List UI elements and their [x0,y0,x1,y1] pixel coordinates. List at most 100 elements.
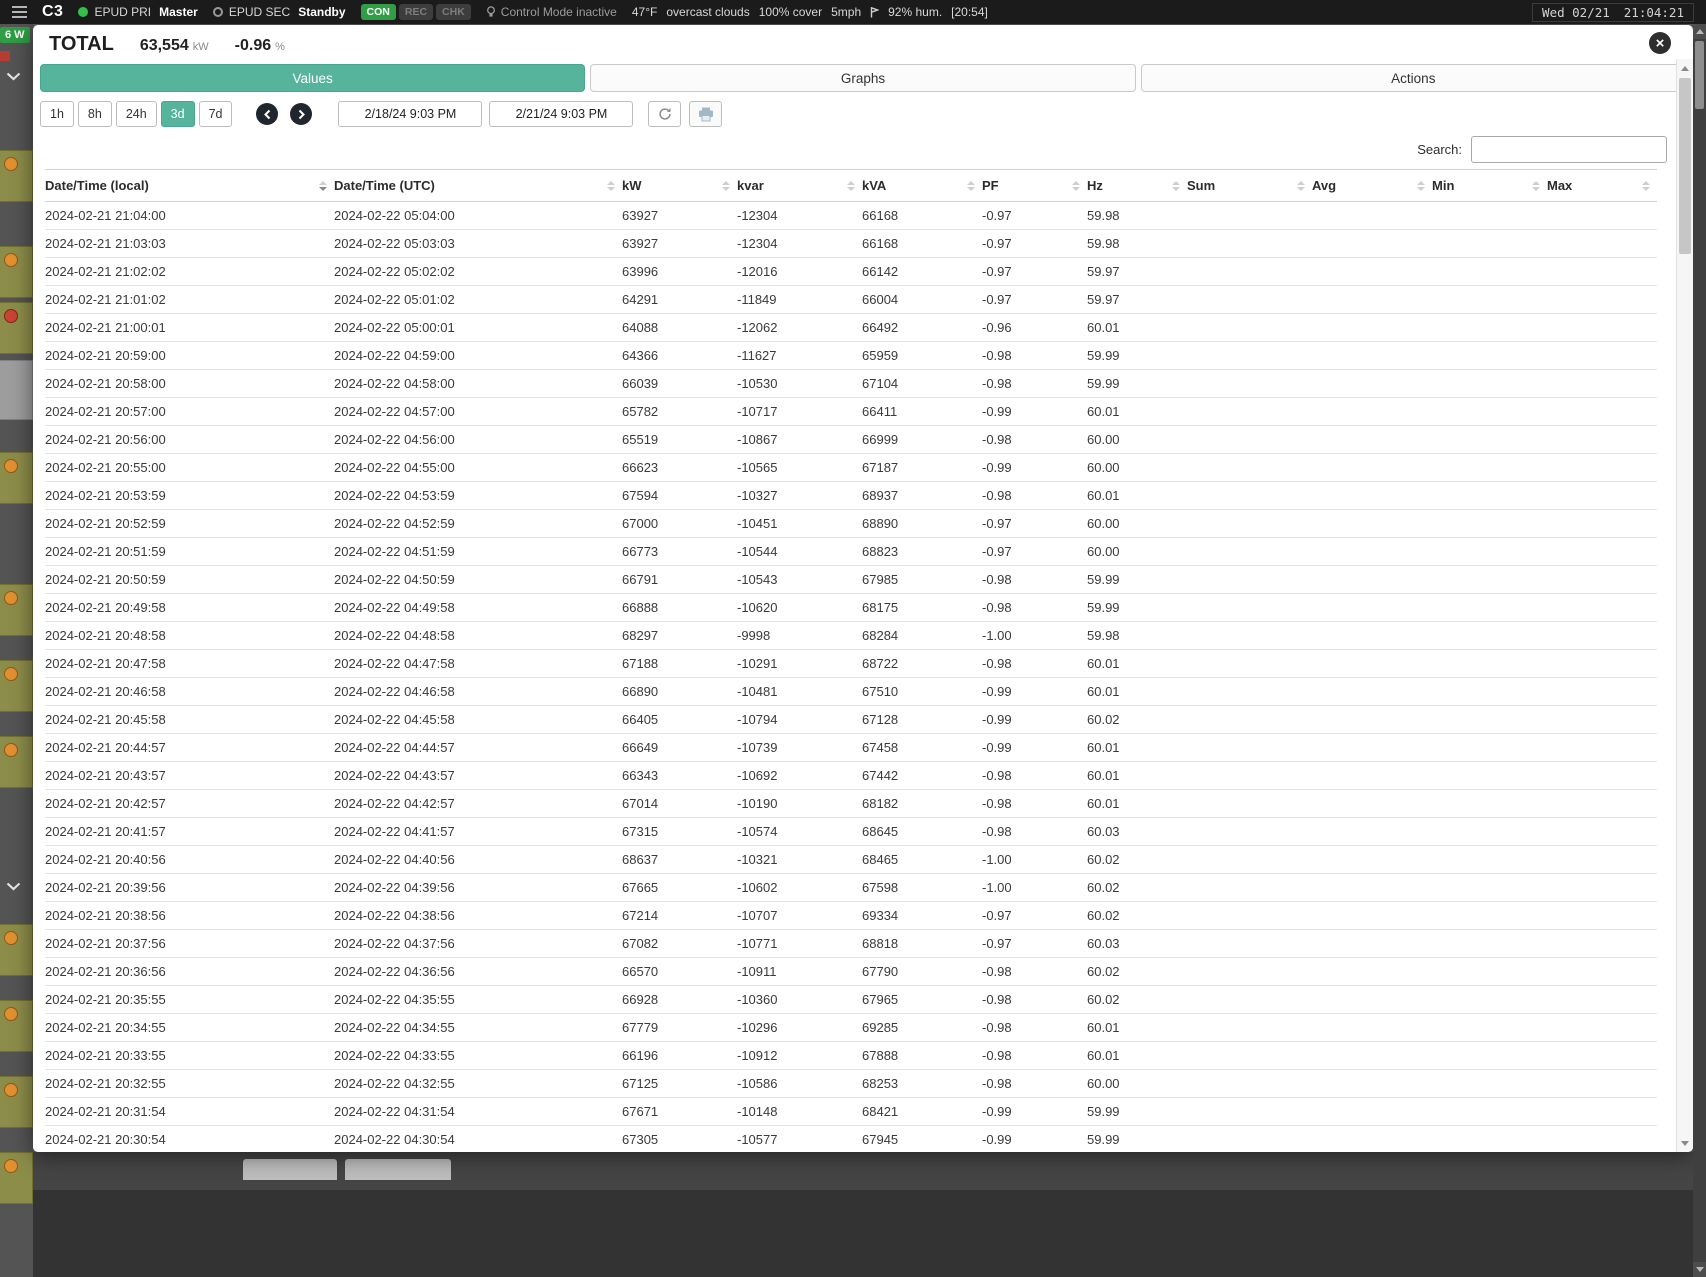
tab-graphs[interactable]: Graphs [590,64,1136,92]
dashboard-tile[interactable] [0,150,33,202]
start-date-input[interactable]: 2/18/24 9:03 PM [338,101,483,127]
export-button[interactable] [689,101,723,127]
refresh-button[interactable] [648,101,682,127]
table-row[interactable]: 2024-02-21 20:34:55 2024-02-22 04:34:55 67… [45,1013,1657,1042]
table-cell [1187,369,1312,398]
close-button[interactable]: × [1649,32,1671,54]
table-row[interactable]: 2024-02-21 20:47:58 2024-02-22 04:47:58 67… [45,649,1657,678]
table-row[interactable]: 2024-02-21 20:38:56 2024-02-22 04:38:56 67… [45,901,1657,930]
table-row[interactable]: 2024-02-21 20:59:00 2024-02-22 04:59:00 64… [45,341,1657,370]
next-button[interactable] [290,103,313,125]
table-scroll-thumb[interactable] [1679,78,1691,254]
background-tab[interactable] [345,1159,451,1180]
dashboard-tile[interactable] [0,452,33,504]
dashboard-tile[interactable] [0,360,33,420]
table-row[interactable]: 2024-02-21 20:39:56 2024-02-22 04:39:56 67… [45,873,1657,902]
table-cell: 67014 [622,789,737,818]
column-header-hz[interactable]: Hz [1087,169,1187,202]
app-logo[interactable]: C3 [42,3,63,21]
table-row[interactable]: 2024-02-21 20:35:55 2024-02-22 04:35:55 66… [45,985,1657,1014]
table-row[interactable]: 2024-02-21 20:37:56 2024-02-22 04:37:56 67… [45,929,1657,958]
column-header-min[interactable]: Min [1432,169,1547,202]
table-row[interactable]: 2024-02-21 20:53:59 2024-02-22 04:53:59 67… [45,481,1657,510]
page-scrollbar[interactable] [1693,24,1706,1277]
column-header-kvar[interactable]: kvar [737,169,862,202]
table-row[interactable]: 2024-02-21 21:03:03 2024-02-22 05:03:03 63… [45,229,1657,258]
table-row[interactable]: 2024-02-21 20:31:54 2024-02-22 04:31:54 67… [45,1097,1657,1126]
background-tab[interactable] [243,1159,337,1180]
column-header-date-time-local[interactable]: Date/Time (local) [45,169,334,202]
table-row[interactable]: 2024-02-21 20:30:54 2024-02-22 04:30:54 67… [45,1125,1657,1152]
table-row[interactable]: 2024-02-21 20:57:00 2024-02-22 04:57:00 65… [45,397,1657,426]
dashboard-tile[interactable] [0,1076,33,1128]
table-scrollbar[interactable] [1676,59,1693,1152]
dashboard-tile[interactable] [0,736,33,788]
scroll-down-icon[interactable] [1677,1135,1693,1151]
table-row[interactable]: 2024-02-21 20:46:58 2024-02-22 04:46:58 66… [45,677,1657,706]
end-date-input[interactable]: 2/21/24 9:03 PM [489,101,634,127]
page-scroll-thumb[interactable] [1695,41,1704,109]
table-row[interactable]: 2024-02-21 20:41:57 2024-02-22 04:41:57 67… [45,817,1657,846]
dashboard-tile[interactable] [0,246,33,298]
table-row[interactable]: 2024-02-21 20:44:57 2024-02-22 04:44:57 66… [45,733,1657,762]
column-header-kw[interactable]: kW [622,169,737,202]
collapse-chevron-icon[interactable] [6,68,21,86]
range-button-7d[interactable]: 7d [198,101,233,127]
menu-icon[interactable] [12,6,27,18]
dashboard-tile[interactable] [0,584,33,636]
scroll-up-icon[interactable] [1693,24,1706,39]
range-button-3d[interactable]: 3d [160,101,195,127]
chevron-right-icon [298,109,305,119]
table-row[interactable]: 2024-02-21 20:40:56 2024-02-22 04:40:56 68… [45,845,1657,874]
table-row[interactable]: 2024-02-21 20:55:00 2024-02-22 04:55:00 66… [45,453,1657,482]
column-header-pf[interactable]: PF [982,169,1087,202]
prev-button[interactable] [256,103,279,125]
search-input[interactable] [1471,136,1667,163]
table-cell [1432,397,1547,426]
table-row[interactable]: 2024-02-21 20:50:59 2024-02-22 04:50:59 66… [45,565,1657,594]
table-cell [1187,509,1312,538]
column-header-date-time-utc[interactable]: Date/Time (UTC) [334,169,622,202]
dashboard-tile[interactable] [0,302,33,354]
table-cell: 2024-02-21 20:51:59 [45,537,334,566]
table-row[interactable]: 2024-02-21 20:49:58 2024-02-22 04:49:58 66… [45,593,1657,622]
collapse-chevron-icon[interactable] [6,878,21,896]
table-row[interactable]: 2024-02-21 20:51:59 2024-02-22 04:51:59 66… [45,537,1657,566]
table-cell: 2024-02-22 04:56:00 [334,425,622,454]
table-row[interactable]: 2024-02-21 21:00:01 2024-02-22 05:00:01 64… [45,313,1657,342]
table-row[interactable]: 2024-02-21 20:43:57 2024-02-22 04:43:57 66… [45,761,1657,790]
table-row[interactable]: 2024-02-21 20:56:00 2024-02-22 04:56:00 65… [45,425,1657,454]
dashboard-tile[interactable] [0,1000,33,1052]
table-cell [1432,733,1547,762]
table-row[interactable]: 2024-02-21 20:42:57 2024-02-22 04:42:57 67… [45,789,1657,818]
table-row[interactable]: 2024-02-21 20:36:56 2024-02-22 04:36:56 66… [45,957,1657,986]
table-row[interactable]: 2024-02-21 21:04:00 2024-02-22 05:04:00 63… [45,201,1657,230]
table-cell [1432,425,1547,454]
table-cell: 66168 [862,201,982,230]
column-header-avg[interactable]: Avg [1312,169,1432,202]
table-row[interactable]: 2024-02-21 20:33:55 2024-02-22 04:33:55 66… [45,1041,1657,1070]
range-button-8h[interactable]: 8h [77,101,112,127]
dashboard-tile[interactable] [0,660,33,712]
table-row[interactable]: 2024-02-21 20:45:58 2024-02-22 04:45:58 66… [45,705,1657,734]
column-header-sum[interactable]: Sum [1187,169,1312,202]
range-button-24h[interactable]: 24h [115,101,157,127]
dashboard-tile[interactable] [0,1152,33,1204]
table-cell: -0.97 [982,509,1087,538]
dashboard-tile[interactable] [0,924,33,976]
sort-icon [847,180,855,191]
scroll-down-icon[interactable] [1693,1262,1706,1277]
column-header-max[interactable]: Max [1547,169,1657,202]
column-header-kva[interactable]: kVA [862,169,982,202]
table-row[interactable]: 2024-02-21 20:48:58 2024-02-22 04:48:58 68… [45,621,1657,650]
table-row[interactable]: 2024-02-21 20:32:55 2024-02-22 04:32:55 67… [45,1069,1657,1098]
table-row[interactable]: 2024-02-21 20:58:00 2024-02-22 04:58:00 66… [45,369,1657,398]
tab-actions[interactable]: Actions [1140,64,1686,92]
table-row[interactable]: 2024-02-21 21:02:02 2024-02-22 05:02:02 63… [45,257,1657,286]
table-row[interactable]: 2024-02-21 21:01:02 2024-02-22 05:01:02 64… [45,285,1657,314]
scroll-up-icon[interactable] [1677,60,1693,76]
tab-values[interactable]: Values [40,64,586,92]
table-cell: 59.99 [1087,1125,1187,1152]
range-button-1h[interactable]: 1h [40,101,74,127]
table-row[interactable]: 2024-02-21 20:52:59 2024-02-22 04:52:59 67… [45,509,1657,538]
